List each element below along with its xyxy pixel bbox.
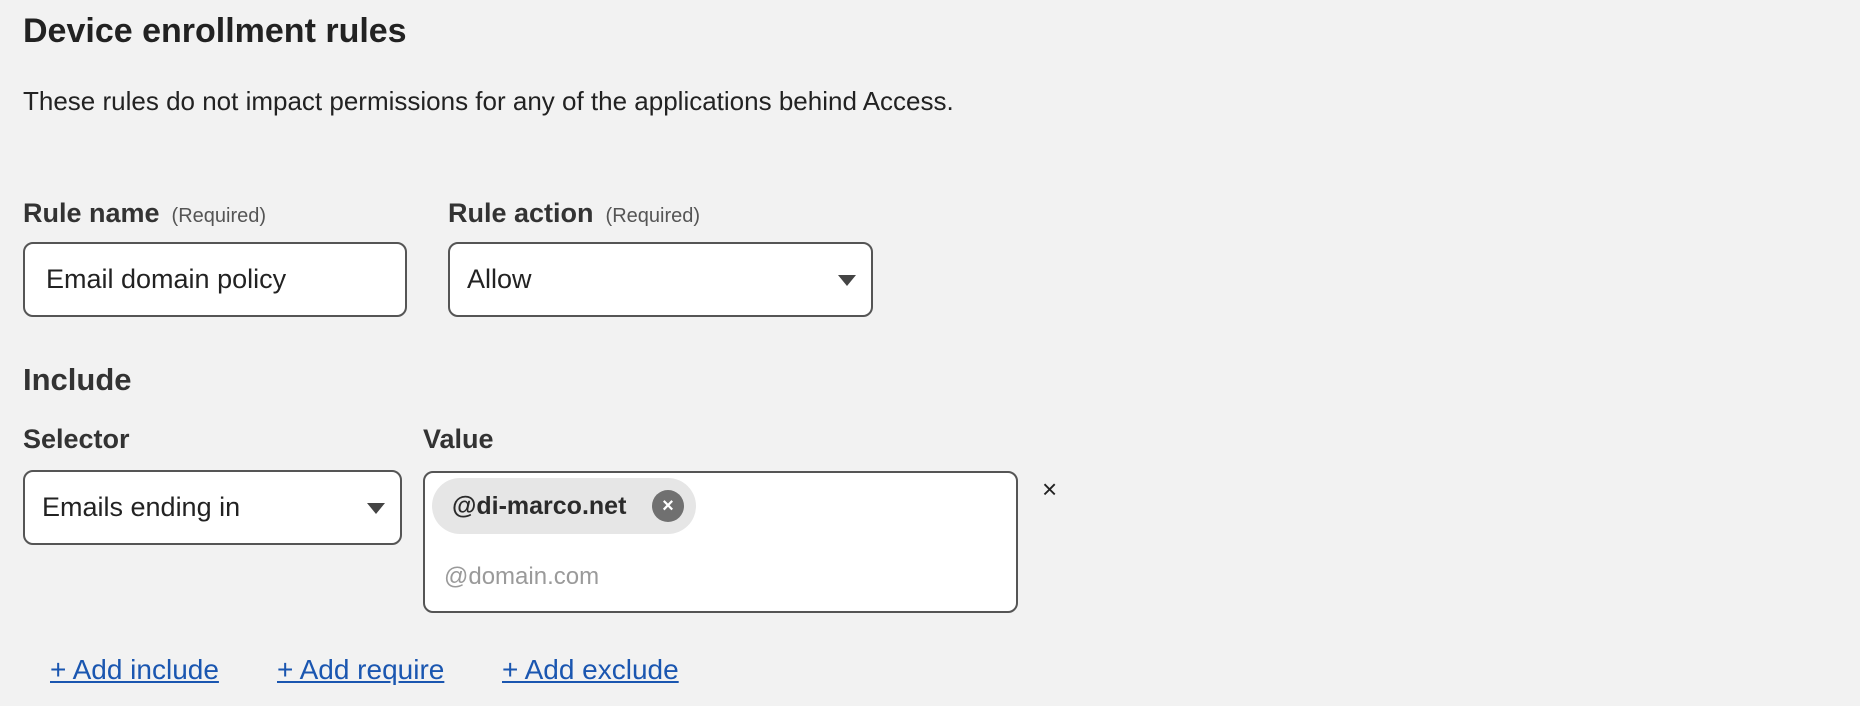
selector-select[interactable]: Emails ending in — [23, 470, 402, 545]
rule-action-label-text: Rule action — [448, 198, 594, 228]
chevron-down-icon — [838, 275, 856, 286]
rule-action-required-hint: (Required) — [605, 205, 701, 227]
rule-action-label: Rule action (Required) — [448, 198, 700, 229]
rule-name-value: Email domain policy — [46, 264, 287, 294]
rule-name-label: Rule name (Required) — [23, 198, 266, 229]
page-title: Device enrollment rules — [23, 12, 407, 50]
include-heading: Include — [23, 362, 132, 397]
remove-rule-row-icon[interactable]: × — [1042, 474, 1057, 505]
selector-label: Selector — [23, 424, 130, 454]
value-label: Value — [423, 424, 494, 454]
value-input-placeholder[interactable]: @domain.com — [444, 563, 599, 591]
add-require-link[interactable]: + Add require — [277, 654, 444, 686]
add-include-link[interactable]: + Add include — [50, 654, 219, 686]
value-tag-label: @di-marco.net — [452, 492, 627, 520]
rule-action-select[interactable]: Allow — [448, 242, 873, 317]
value-tag: @di-marco.net × — [432, 478, 696, 534]
chevron-down-icon — [367, 503, 385, 514]
rule-name-required-hint: (Required) — [171, 205, 267, 227]
tag-remove-icon[interactable]: × — [652, 490, 684, 522]
page-description: These rules do not impact permissions fo… — [23, 86, 954, 116]
add-exclude-link[interactable]: + Add exclude — [502, 654, 679, 686]
selector-selected-value: Emails ending in — [42, 492, 241, 522]
rule-action-selected-value: Allow — [467, 264, 532, 294]
rule-name-input[interactable]: Email domain policy — [23, 242, 407, 317]
device-enrollment-rules-page: Device enrollment rules These rules do n… — [0, 0, 1860, 706]
rule-name-label-text: Rule name — [23, 198, 160, 228]
